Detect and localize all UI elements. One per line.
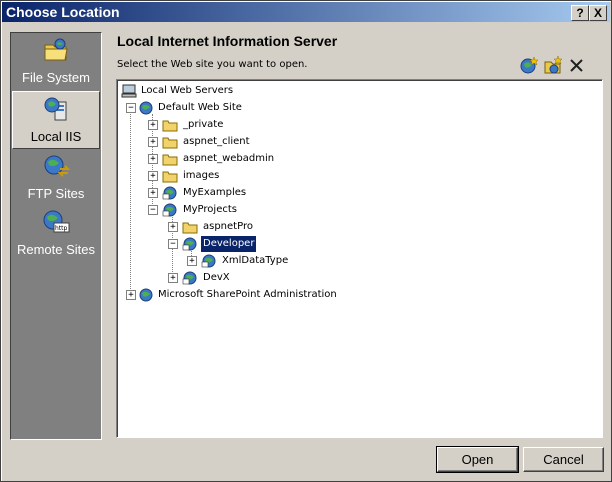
instruction-label: Select the Web site you want to open.: [117, 59, 308, 70]
sidebar-item-ftp-sites[interactable]: FTP Sites: [12, 149, 100, 205]
server-globe-icon: [44, 97, 67, 121]
expand-toggle[interactable]: +: [148, 120, 158, 130]
web-application-icon: [162, 203, 177, 217]
collapse-toggle[interactable]: −: [126, 103, 136, 113]
site-tree[interactable]: Local Web Servers − Default Web Site + _…: [116, 79, 603, 438]
sidebar-item-local-iis[interactable]: Local IIS: [12, 91, 100, 149]
window-title: Choose Location: [6, 4, 120, 20]
cancel-button[interactable]: Cancel: [523, 447, 604, 472]
choose-location-dialog: Choose Location ? X File System Local II…: [0, 0, 612, 482]
globe-arrows-icon: [44, 155, 70, 177]
open-button[interactable]: Open: [436, 446, 519, 473]
folder-icon: [182, 222, 198, 234]
web-application-icon: [182, 271, 197, 285]
sidebar-item-label: FTP Sites: [27, 186, 85, 201]
folder-globe-icon: [44, 38, 68, 61]
expand-toggle[interactable]: +: [148, 171, 158, 181]
folder-icon: [162, 154, 178, 166]
svg-text:http: http: [55, 225, 68, 232]
web-site-icon: [139, 101, 153, 115]
page-title: Local Internet Information Server: [117, 33, 338, 49]
expand-toggle[interactable]: +: [148, 137, 158, 147]
expand-toggle[interactable]: +: [168, 222, 178, 232]
delete-icon[interactable]: [567, 55, 587, 75]
title-bar[interactable]: Choose Location ? X: [2, 2, 610, 22]
globe-http-icon: http: [43, 210, 70, 233]
location-sidebar: File System Local IIS FTP Sites http Rem…: [10, 32, 102, 440]
web-site-icon: [139, 288, 153, 302]
help-button[interactable]: ?: [571, 5, 589, 21]
expand-toggle[interactable]: +: [168, 273, 178, 283]
computer-icon: [121, 84, 137, 98]
close-button[interactable]: X: [589, 5, 607, 21]
collapse-toggle[interactable]: −: [148, 205, 158, 215]
expand-toggle[interactable]: +: [148, 154, 158, 164]
folder-icon: [162, 120, 178, 132]
tree-connector: [130, 104, 131, 299]
folder-icon: [162, 137, 178, 149]
expand-toggle[interactable]: +: [148, 188, 158, 198]
web-application-icon: [162, 186, 177, 200]
new-web-application-icon[interactable]: [519, 55, 539, 75]
expand-toggle[interactable]: +: [187, 256, 197, 266]
web-application-icon: [182, 237, 197, 251]
expand-toggle[interactable]: +: [126, 290, 136, 300]
folder-icon: [162, 171, 178, 183]
sidebar-item-remote-sites[interactable]: http Remote Sites: [12, 205, 100, 261]
collapse-toggle[interactable]: −: [168, 239, 178, 249]
sidebar-item-file-system[interactable]: File System: [12, 33, 100, 89]
sidebar-item-label: File System: [22, 70, 90, 85]
new-virtual-directory-icon[interactable]: [543, 55, 563, 75]
sidebar-item-label: Local IIS: [30, 129, 82, 144]
web-application-icon: [201, 254, 216, 268]
sidebar-item-label: Remote Sites: [16, 242, 96, 257]
